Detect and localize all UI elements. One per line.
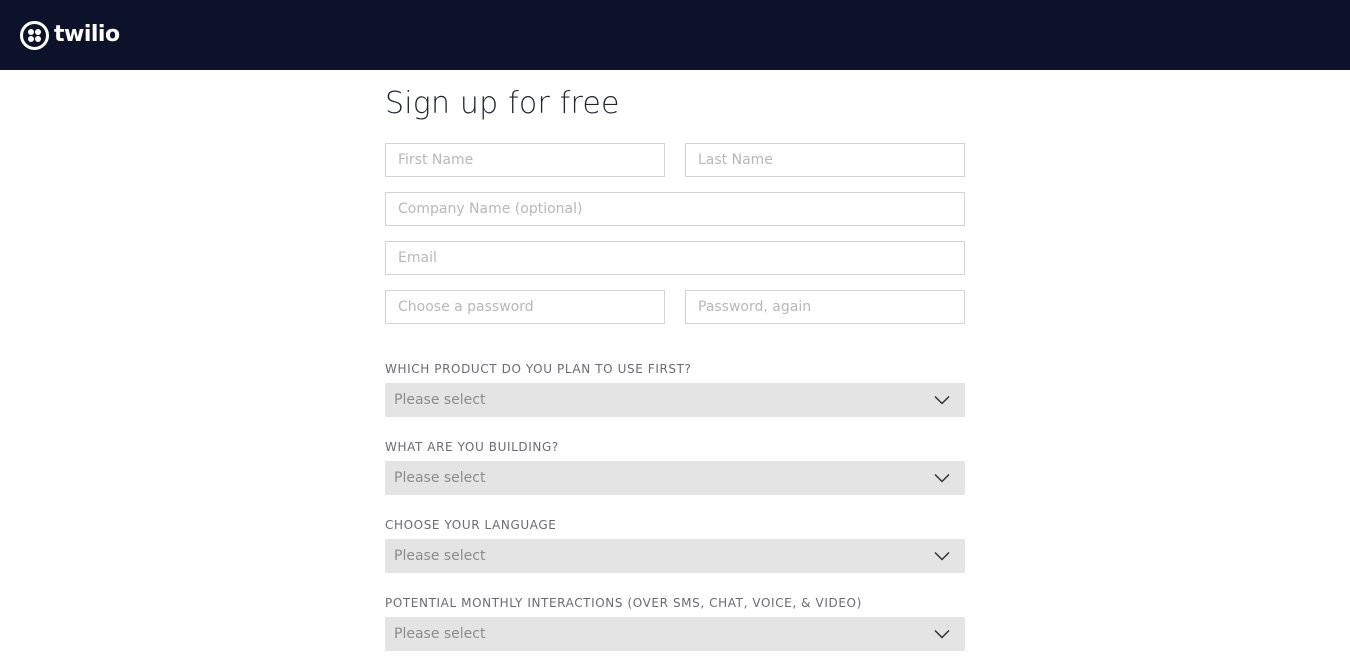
product-question-label: WHICH PRODUCT DO YOU PLAN TO USE FIRST?: [385, 362, 692, 376]
password-again-field[interactable]: [685, 290, 965, 324]
first-name-field[interactable]: [385, 143, 665, 177]
interactions-question-label: POTENTIAL MONTHLY INTERACTIONS (OVER SMS…: [385, 596, 862, 610]
building-select-value: Please select: [394, 470, 486, 486]
twilio-logo[interactable]: twilio: [20, 20, 120, 50]
page-title: Sign up for free: [385, 86, 620, 121]
last-name-field[interactable]: [685, 143, 965, 177]
logo-wordmark: twilio: [54, 22, 120, 47]
top-header: twilio: [0, 0, 1350, 70]
password-field[interactable]: [385, 290, 665, 324]
chevron-down-icon: [934, 551, 950, 561]
interactions-select[interactable]: Please select: [385, 617, 965, 651]
language-select-value: Please select: [394, 548, 486, 564]
interactions-select-value: Please select: [394, 626, 486, 642]
product-select[interactable]: Please select: [385, 383, 965, 417]
chevron-down-icon: [934, 473, 950, 483]
language-question-label: CHOOSE YOUR LANGUAGE: [385, 518, 557, 532]
company-name-field[interactable]: [385, 192, 965, 226]
building-question-label: WHAT ARE YOU BUILDING?: [385, 440, 559, 454]
product-select-value: Please select: [394, 392, 486, 408]
building-select[interactable]: Please select: [385, 461, 965, 495]
chevron-down-icon: [934, 395, 950, 405]
chevron-down-icon: [934, 629, 950, 639]
twilio-logo-icon: [20, 20, 49, 50]
email-field[interactable]: [385, 241, 965, 275]
language-select[interactable]: Please select: [385, 539, 965, 573]
